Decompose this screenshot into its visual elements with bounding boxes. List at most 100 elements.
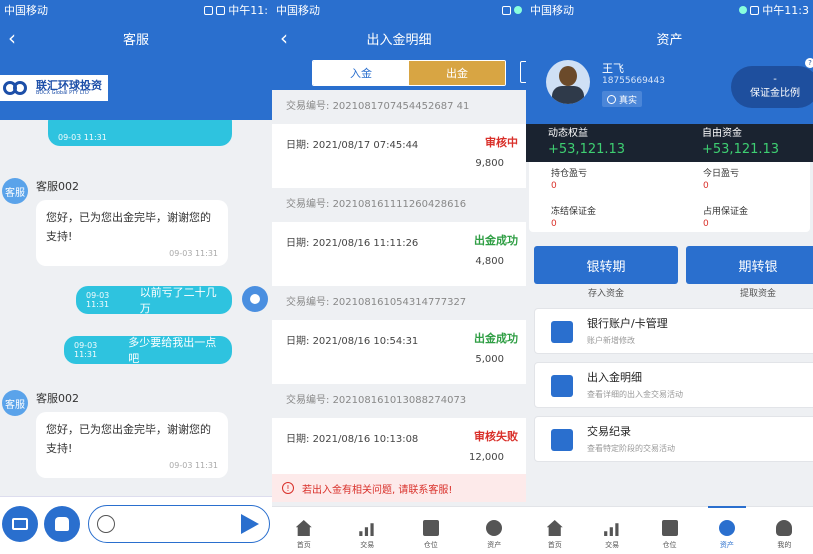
tab-withdraw[interactable]: 出金: [409, 61, 505, 85]
used-margin-label: 占用保证金: [703, 207, 749, 217]
menu-trade-history[interactable]: 交易纪录 查看特定阶段的交易活动: [534, 416, 813, 462]
position-pl-value: 0: [551, 181, 557, 191]
free-funds-value: +53,121.13: [702, 142, 780, 157]
tab-profile[interactable]: 我的: [756, 507, 813, 554]
agent-avatar: 客服: [2, 178, 28, 204]
records-list: 交易编号: 2021081707454452687 41 日期: 2021/08…: [272, 90, 526, 482]
picture-icon: [12, 518, 28, 530]
notice-text: 若出入金有相关问题, 请联系客服!: [302, 484, 453, 496]
status-icons: [502, 5, 522, 15]
user-phone: 18755669443: [602, 76, 665, 86]
record-date: 2021/08/16 10:13:08: [312, 434, 419, 445]
message-out: 09-03 11:31 以前亏了二十几万: [76, 286, 232, 315]
emoji-icon[interactable]: [97, 515, 115, 533]
page-title: 资产: [656, 32, 683, 48]
coins-icon: [718, 520, 735, 536]
agent-name: 客服002: [36, 180, 79, 193]
carrier-label: 中国移动: [530, 4, 574, 17]
frozen-margin-value: 0: [551, 219, 557, 229]
status-bar: 中国移动: [272, 0, 526, 20]
menu-fund-records[interactable]: 出入金明细 查看详细的出入金交易活动: [534, 362, 813, 408]
menu-bank-cards[interactable]: 银行账户/卡管理 账户新增修改: [534, 308, 813, 354]
info-icon: !: [282, 482, 294, 494]
tab-trade[interactable]: 交易: [583, 507, 640, 554]
clock-label: 中午11:: [228, 4, 268, 17]
home-icon: [546, 520, 563, 536]
record-date-label: 日期:: [286, 434, 310, 445]
send-icon[interactable]: [241, 514, 259, 534]
tab-assets[interactable]: 资产: [698, 506, 755, 554]
image-button[interactable]: [2, 506, 38, 542]
record-no: 202108161054314777327: [332, 297, 467, 308]
tab-home[interactable]: 首页: [272, 507, 336, 554]
help-notice[interactable]: ! 若出入金有相关问题, 请联系客服!: [272, 474, 526, 502]
records-screen: 中国移动 ‹ 出入金明细 入金 出金 交易编号: 202108170745445…: [272, 0, 526, 554]
back-arrow-icon[interactable]: ‹: [8, 26, 28, 50]
frozen-margin-label: 冻结保证金: [551, 207, 597, 217]
position-pl-label: 持仓盈亏: [551, 169, 588, 179]
bottom-tabbar: 首页 交易 仓位 资产: [272, 506, 526, 554]
clipboard-icon: [422, 520, 439, 536]
avatar: [546, 60, 590, 104]
message-in: 您好，已为您出金完毕，谢谢您的支持! 09-03 11:31: [36, 412, 228, 478]
menu-subtitle: 查看特定阶段的交易活动: [587, 444, 675, 453]
record-status: 出金成功: [474, 332, 518, 345]
tab-label: 交易: [360, 541, 375, 549]
record-item[interactable]: 交易编号: 202108161013088274073 日期: 2021/08/…: [272, 384, 526, 482]
record-date-label: 日期:: [286, 140, 310, 151]
screens: 中国移动 中午11: ‹ 客服 联汇环球投资 BUCX Global PTY L…: [0, 0, 813, 554]
futures-to-bank-button[interactable]: 期转银: [686, 246, 813, 284]
menu-subtitle: 查看详细的出入金交易活动: [587, 390, 683, 399]
stamp-button[interactable]: [44, 506, 80, 542]
record-item[interactable]: 交易编号: 2021081707454452687 41 日期: 2021/08…: [272, 90, 526, 188]
account-stats: 持仓盈亏 0 今日盈亏 0 冻结保证金 0 占用保证金 0: [529, 162, 810, 232]
tab-trade[interactable]: 交易: [336, 507, 400, 554]
used-margin-value: 0: [703, 219, 709, 229]
coins-icon: [486, 520, 503, 536]
record-item[interactable]: 交易编号: 202108161054314777327 日期: 2021/08/…: [272, 286, 526, 384]
bank-to-futures-button[interactable]: 银转期: [534, 246, 678, 284]
tab-label: 我的: [777, 541, 792, 549]
record-item[interactable]: 交易编号: 202108161111260428616 日期: 2021/08/…: [272, 188, 526, 286]
tab-positions[interactable]: 仓位: [399, 507, 463, 554]
carrier-label: 中国移动: [4, 4, 48, 17]
tab-home[interactable]: 首页: [526, 507, 583, 554]
margin-ratio-button[interactable]: - 保证金比例: [731, 66, 813, 108]
record-no-label: 交易编号:: [286, 101, 330, 112]
battery-icon: [216, 5, 226, 15]
message-text: 多少要给我出一点吧: [128, 336, 217, 365]
tab-label: 仓位: [423, 541, 438, 549]
clock-label: 中午11:3: [762, 4, 809, 17]
verified-badge: 真实: [602, 91, 643, 107]
message-text: 以前亏了二十几万: [139, 286, 217, 315]
record-no: 202108161111260428616: [332, 199, 467, 210]
message-time: 09-03 11:31: [86, 291, 110, 309]
record-date-label: 日期:: [286, 238, 310, 249]
record-amount: 9,800: [475, 158, 504, 169]
back-arrow-icon[interactable]: ‹: [280, 26, 300, 50]
dynamic-equity-label: 动态权益: [548, 128, 588, 139]
record-amount: 4,800: [475, 256, 504, 267]
user-avatar: [242, 286, 268, 312]
today-pl-label: 今日盈亏: [703, 169, 740, 179]
tab-label: 仓位: [662, 541, 677, 549]
app-icon: [514, 6, 522, 14]
message-in: 您好，已为您出金完毕，谢谢您的支持! 09-03 11:31: [36, 200, 228, 266]
page-title: 出入金明细: [366, 32, 432, 48]
tab-deposit[interactable]: 入金: [313, 61, 409, 85]
profile-card: 王飞 18755669443 真实 - 保证金比例 ?: [526, 56, 813, 124]
chat-screen: 中国移动 中午11: ‹ 客服 联汇环球投资 BUCX Global PTY L…: [0, 0, 272, 554]
help-icon[interactable]: ?: [805, 58, 813, 68]
tab-assets[interactable]: 资产: [463, 507, 527, 554]
brand-rings-icon: [3, 81, 33, 95]
status-icons: 中午11:: [204, 2, 268, 18]
record-status: 出金成功: [474, 234, 518, 247]
message-input[interactable]: [88, 505, 270, 543]
stamp-icon: [55, 517, 69, 531]
agent-avatar: 客服: [2, 390, 28, 416]
message-text: 您好，已为您出金完毕，谢谢您的支持!: [46, 423, 211, 455]
menu-subtitle: 账户新增修改: [587, 336, 635, 345]
tab-positions[interactable]: 仓位: [641, 507, 698, 554]
assets-screen: 中国移动 中午11:3 资产 王飞 18755669443 真实 - 保证金比例…: [526, 0, 813, 554]
record-no-label: 交易编号:: [286, 395, 330, 406]
